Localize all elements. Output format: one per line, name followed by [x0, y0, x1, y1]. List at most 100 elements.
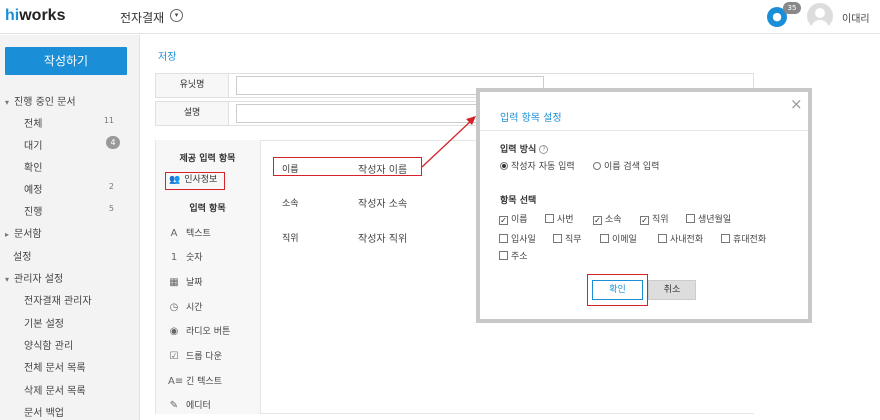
- form-label-unit-name: 유닛명: [156, 74, 229, 97]
- modal-title: 입력 항목 설정: [500, 113, 562, 124]
- item-select-label: 항목 선택: [500, 196, 537, 206]
- checkbox-unchecked: [658, 234, 667, 243]
- property-label-name: 이름: [282, 165, 299, 175]
- sidebar-count-progress: 5: [108, 204, 114, 213]
- checkbox-dept[interactable]: ✓ 소속: [593, 212, 622, 225]
- sidebar-item-scheduled[interactable]: 예정: [24, 181, 42, 196]
- checkbox-mobile-label: 휴대전화: [733, 235, 767, 245]
- logo-hi: hi: [5, 7, 20, 24]
- provided-items-title: 제공 입력 항목: [179, 154, 236, 164]
- checkbox-birthday[interactable]: 생년월일: [686, 212, 731, 225]
- property-label-dept: 소속: [282, 199, 299, 209]
- sidebar-item-deleted-docs[interactable]: 삭제 문서 목록: [24, 382, 86, 397]
- sidebar-item-all-docs[interactable]: 전체 문서 목록: [24, 359, 86, 374]
- close-icon[interactable]: ×: [790, 95, 803, 113]
- tool-long-text-label: 긴 텍스트: [186, 377, 222, 387]
- sidebar-item-form-manage[interactable]: 양식함 관리: [24, 337, 73, 352]
- sidebar-count-scheduled: 2: [108, 182, 114, 191]
- checkbox-office-phone[interactable]: 사내전화: [658, 232, 703, 245]
- radio-name-search[interactable]: 이름 검색 입력: [593, 159, 659, 172]
- checkbox-address[interactable]: 주소: [499, 249, 528, 262]
- tool-text-label: 텍스트: [186, 229, 211, 239]
- save-link[interactable]: 저장: [158, 48, 176, 63]
- checkbox-address-label: 주소: [511, 252, 528, 262]
- input-method-text: 입력 방식: [500, 145, 537, 155]
- property-label-position: 직위: [282, 234, 299, 244]
- cancel-button[interactable]: 취소: [648, 280, 696, 300]
- calendar-icon: ▦: [169, 277, 179, 288]
- help-icon[interactable]: ?: [539, 145, 549, 154]
- sidebar-section-doc-box[interactable]: 문서함: [5, 225, 42, 240]
- checkbox-join-date[interactable]: 입사일: [499, 232, 536, 245]
- tool-number[interactable]: 1 숫자: [168, 250, 203, 263]
- sidebar-count-waiting: 4: [106, 136, 120, 149]
- checkbox-office-phone-label: 사내전화: [670, 235, 704, 245]
- checkbox-position-label: 직위: [652, 215, 669, 225]
- tool-editor[interactable]: ✎ 에디터: [168, 398, 211, 411]
- tool-radio[interactable]: ◉ 라디오 버튼: [168, 324, 231, 337]
- tool-dropdown[interactable]: ☑ 드롭 다운: [168, 349, 222, 362]
- ok-button[interactable]: 확인: [592, 280, 643, 300]
- checkbox-unchecked: [600, 234, 609, 243]
- avatar[interactable]: [807, 3, 833, 29]
- tool-text[interactable]: A 텍스트: [168, 226, 211, 239]
- checkbox-birthday-label: 생년월일: [698, 215, 732, 225]
- tool-editor-label: 에디터: [186, 401, 211, 411]
- sidebar-item-all[interactable]: 전체: [24, 115, 42, 130]
- tool-date[interactable]: ▦ 날짜: [168, 275, 203, 288]
- hr-info-item[interactable]: 👥 인사정보: [165, 172, 225, 190]
- checkbox-name[interactable]: ✓ 이름: [499, 212, 528, 225]
- checkbox-duty[interactable]: 직무: [553, 232, 582, 245]
- radio-unselected: [593, 162, 601, 170]
- pencil-icon: ✎: [169, 400, 179, 411]
- checkbox-mobile[interactable]: 휴대전화: [721, 232, 766, 245]
- radio-auto-input-label: 작성자 자동 입력: [511, 162, 575, 172]
- hr-info-label: 인사정보: [184, 175, 218, 185]
- form-label-description: 설명: [156, 102, 229, 125]
- hiworks-logo[interactable]: hiworks: [5, 7, 65, 25]
- checkbox-join-date-label: 입사일: [511, 235, 536, 245]
- number-icon: 1: [170, 252, 178, 263]
- checkbox-unchecked: [553, 234, 562, 243]
- sidebar-item-approval-admin[interactable]: 전자결재 관리자: [24, 292, 92, 307]
- dropdown-icon: ☑: [169, 351, 179, 362]
- compose-button[interactable]: 작성하기: [5, 47, 127, 75]
- checkbox-email[interactable]: 이메일: [600, 232, 637, 245]
- person-icon: 👥: [169, 175, 181, 185]
- chevron-down-icon[interactable]: ▾: [170, 9, 183, 22]
- property-value-dept: 작성자 소속: [358, 199, 408, 210]
- checkbox-dept-label: 소속: [605, 215, 622, 225]
- tool-time-label: 시간: [186, 303, 203, 313]
- checkbox-unchecked: [721, 234, 730, 243]
- sidebar-count-all: 11: [103, 116, 114, 125]
- checkbox-name-label: 이름: [511, 215, 528, 225]
- logo-rest: works: [19, 7, 66, 24]
- radio-auto-input[interactable]: 작성자 자동 입력: [500, 159, 575, 172]
- checkbox-email-label: 이메일: [612, 235, 637, 245]
- tool-time[interactable]: ◷ 시간: [168, 300, 203, 313]
- checkbox-employee-no[interactable]: 사번: [545, 212, 574, 225]
- sidebar-item-basic-settings[interactable]: 기본 설정: [24, 315, 64, 330]
- modal-divider: [480, 130, 808, 131]
- sidebar-item-settings[interactable]: 설정: [13, 248, 31, 263]
- sidebar-item-doc-backup[interactable]: 문서 백업: [24, 404, 64, 419]
- clock-icon: ◷: [169, 302, 179, 313]
- sidebar-item-check[interactable]: 확인: [24, 159, 42, 174]
- radio-selected: [500, 162, 508, 170]
- tool-dropdown-label: 드롭 다운: [186, 352, 222, 362]
- sidebar-section-in-progress[interactable]: 진행 중인 문서: [5, 93, 76, 108]
- sidebar-item-progress[interactable]: 진행: [24, 203, 42, 218]
- user-name[interactable]: 이대리: [842, 10, 870, 25]
- app-title[interactable]: 전자결재: [120, 9, 164, 26]
- long-text-icon: A≡: [168, 376, 184, 387]
- tool-long-text[interactable]: A≡ 긴 텍스트: [168, 374, 222, 387]
- property-value-name: 작성자 이름: [358, 165, 408, 176]
- checkbox-checked: ✓: [499, 216, 508, 225]
- sidebar-section-admin[interactable]: 관리자 설정: [5, 270, 63, 285]
- tool-number-label: 숫자: [186, 253, 203, 263]
- checkbox-unchecked: [545, 214, 554, 223]
- tool-date-label: 날짜: [186, 278, 203, 288]
- checkbox-unchecked: [499, 251, 508, 260]
- checkbox-position[interactable]: ✓ 직위: [640, 212, 669, 225]
- sidebar-item-waiting[interactable]: 대기: [24, 137, 42, 152]
